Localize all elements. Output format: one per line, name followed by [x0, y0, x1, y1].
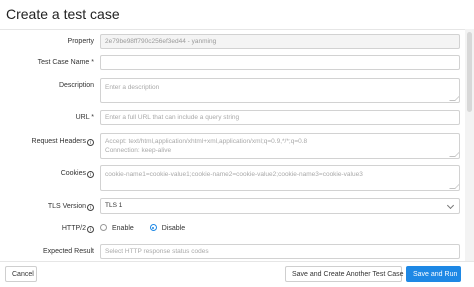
save-and-run-button[interactable]: Save and Run — [406, 266, 461, 282]
resize-handle-icon[interactable] — [449, 95, 459, 101]
request-headers-placeholder-1: Accept: text/html,application/xhtml+xml,… — [105, 138, 308, 145]
http2-enable-option[interactable]: Enable — [100, 224, 134, 232]
resize-handle-icon[interactable] — [449, 183, 459, 189]
tls-version-label: TLS Version i — [0, 203, 94, 211]
expected-result-placeholder: Select HTTP response status codes — [105, 248, 209, 255]
http2-disable-option[interactable]: Disable — [149, 224, 185, 232]
info-circle-icon[interactable]: i — [87, 171, 94, 178]
chevron-down-icon — [446, 201, 455, 210]
test-case-name-label: Test Case Name * — [37, 59, 94, 66]
property-value: 2e79be98ff790c256ef3ed44 - yanming — [105, 38, 217, 45]
property-label: Property — [67, 38, 94, 45]
info-circle-icon[interactable]: i — [87, 204, 94, 211]
url-label: URL * — [75, 114, 94, 121]
request-headers-label: Request Headers i — [0, 138, 94, 146]
save-and-create-another-button[interactable]: Save and Create Another Test Case — [285, 266, 404, 282]
url-placeholder: Enter a full URL that can include a quer… — [105, 114, 240, 121]
cookies-textarea[interactable]: cookie-name1=cookie-value1;cookie-name2=… — [100, 165, 460, 191]
radio-disable[interactable] — [149, 224, 157, 231]
tls-version-select[interactable]: TLS 1 — [100, 198, 460, 214]
test-case-name-input[interactable] — [100, 55, 460, 70]
tls-version-value: TLS 1 — [105, 202, 123, 209]
footer-divider — [0, 261, 474, 262]
request-headers-placeholder-2: Connection: keep-alive — [105, 147, 172, 154]
description-textarea[interactable]: Enter a description — [100, 78, 460, 103]
request-headers-textarea[interactable]: Accept: text/html,application/xhtml+xml,… — [100, 133, 460, 159]
description-label: Description — [58, 82, 94, 89]
http2-label: HTTP/2 i — [0, 225, 94, 233]
cookies-label: Cookies i — [0, 170, 94, 178]
info-circle-icon[interactable]: i — [87, 139, 94, 146]
expected-result-label: Expected Result — [43, 248, 94, 255]
expected-result-select[interactable]: Select HTTP response status codes — [100, 244, 460, 259]
radio-enable[interactable] — [100, 224, 107, 231]
dialog-title: Create a test case — [6, 6, 120, 22]
cookies-placeholder: cookie-name1=cookie-value1;cookie-name2=… — [105, 171, 363, 178]
http2-radio-group: Enable Disable — [100, 224, 199, 232]
description-placeholder: Enter a description — [105, 84, 160, 91]
property-field: 2e79be98ff790c256ef3ed44 - yanming — [100, 34, 460, 49]
scrollbar-thumb[interactable] — [467, 32, 472, 112]
header-divider — [0, 29, 474, 30]
cancel-button[interactable]: Cancel — [5, 266, 37, 282]
info-circle-icon[interactable]: i — [87, 226, 94, 233]
url-input[interactable]: Enter a full URL that can include a quer… — [100, 110, 460, 125]
